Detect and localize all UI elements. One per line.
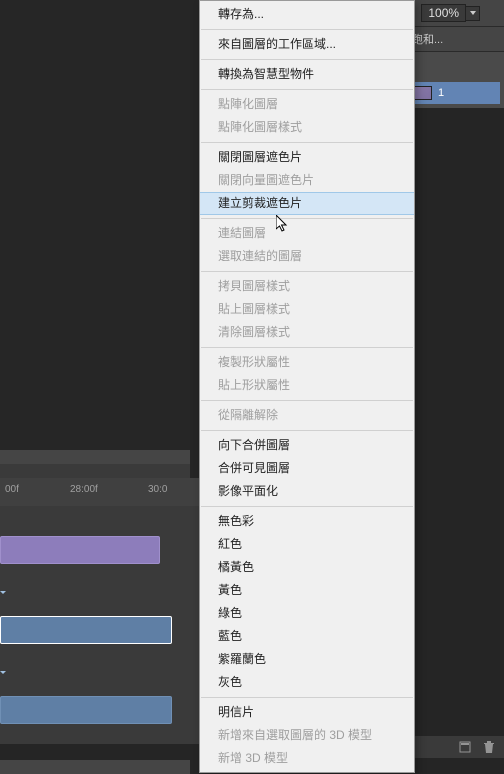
- new-layer-icon[interactable]: [458, 740, 472, 754]
- layers-list: 1: [404, 78, 504, 108]
- menu-item: 連結圖層: [200, 222, 414, 245]
- menu-separator: [201, 29, 413, 30]
- menu-item: 新增 3D 模型: [200, 747, 414, 770]
- menu-separator: [201, 89, 413, 90]
- menu-item: 新增來自選取圖層的 3D 模型: [200, 724, 414, 747]
- menu-item: 貼上形狀屬性: [200, 374, 414, 397]
- menu-separator: [201, 218, 413, 219]
- menu-item[interactable]: 向下合併圖層: [200, 434, 414, 457]
- panel-title: 跑和...: [412, 31, 443, 47]
- menu-item[interactable]: 灰色: [200, 671, 414, 694]
- menu-separator: [201, 430, 413, 431]
- menu-item[interactable]: 關閉圖層遮色片: [200, 146, 414, 169]
- zoom-value[interactable]: 100%: [421, 4, 466, 22]
- menu-item[interactable]: 紫羅蘭色: [200, 648, 414, 671]
- menu-item[interactable]: 轉存為...: [200, 3, 414, 26]
- layer-item[interactable]: 1: [408, 82, 500, 104]
- layer-name: 1: [438, 87, 444, 99]
- menu-item: 選取連結的圖層: [200, 245, 414, 268]
- menu-item[interactable]: 紅色: [200, 533, 414, 556]
- zoom-dropdown-button[interactable]: [466, 6, 480, 21]
- play-head-marker[interactable]: [0, 658, 6, 686]
- layer-context-menu: 轉存為... 來自圖層的工作區域... 轉換為智慧型物件點陣化圖層點陣化圖層樣式關閉…: [199, 0, 415, 773]
- menu-item: 複製形狀屬性: [200, 351, 414, 374]
- panel-divider: [0, 464, 190, 478]
- menu-item: 點陣化圖層樣式: [200, 116, 414, 139]
- panel-tab[interactable]: 跑和...: [404, 26, 504, 52]
- panel-toolbar: [404, 52, 504, 78]
- menu-separator: [201, 400, 413, 401]
- clip-audio-2[interactable]: [0, 696, 172, 724]
- panel-footer: [414, 736, 504, 758]
- clip-video-1[interactable]: [0, 536, 160, 564]
- menu-item: 拷貝圖層樣式: [200, 275, 414, 298]
- menu-separator: [201, 697, 413, 698]
- menu-item: 關閉向量圖遮色片: [200, 169, 414, 192]
- menu-item[interactable]: 綠色: [200, 602, 414, 625]
- menu-item[interactable]: 明信片: [200, 701, 414, 724]
- menu-item[interactable]: 來自圖層的工作區域...: [200, 33, 414, 56]
- timeline-panel: 00f 28:00f 30:0: [0, 478, 200, 744]
- layer-thumbnail: [414, 86, 432, 100]
- timeline-ruler[interactable]: 00f 28:00f 30:0: [0, 478, 200, 506]
- menu-separator: [201, 506, 413, 507]
- menu-item: 清除圖層樣式: [200, 321, 414, 344]
- menu-item[interactable]: 建立剪裁遮色片: [200, 192, 414, 215]
- menu-item[interactable]: 無色彩: [200, 510, 414, 533]
- menu-item[interactable]: 轉換為智慧型物件: [200, 63, 414, 86]
- timeline-scrollbar[interactable]: [0, 760, 190, 774]
- ruler-tick: 00f: [5, 484, 19, 495]
- menu-separator: [201, 59, 413, 60]
- ruler-tick: 30:0: [148, 484, 167, 495]
- menu-item: 點陣化圖層: [200, 93, 414, 116]
- menu-item: 貼上圖層樣式: [200, 298, 414, 321]
- menu-item[interactable]: 黃色: [200, 579, 414, 602]
- menu-item[interactable]: 藍色: [200, 625, 414, 648]
- clip-audio-1[interactable]: [0, 616, 172, 644]
- play-head-marker[interactable]: [0, 578, 6, 606]
- menu-item[interactable]: 合併可見圖層: [200, 457, 414, 480]
- options-bar: : 100%: [404, 0, 504, 26]
- menu-separator: [201, 271, 413, 272]
- menu-separator: [201, 347, 413, 348]
- menu-item[interactable]: 橘黃色: [200, 556, 414, 579]
- canvas-area: [0, 0, 190, 450]
- horizontal-scrollbar[interactable]: [0, 450, 190, 464]
- ruler-tick: 28:00f: [70, 484, 98, 495]
- menu-separator: [201, 142, 413, 143]
- trash-icon[interactable]: [482, 740, 496, 754]
- timeline-tracks[interactable]: [0, 506, 200, 744]
- menu-item[interactable]: 影像平面化: [200, 480, 414, 503]
- menu-item: 從隔離解除: [200, 404, 414, 427]
- layers-panel: 跑和... 1: [404, 26, 504, 108]
